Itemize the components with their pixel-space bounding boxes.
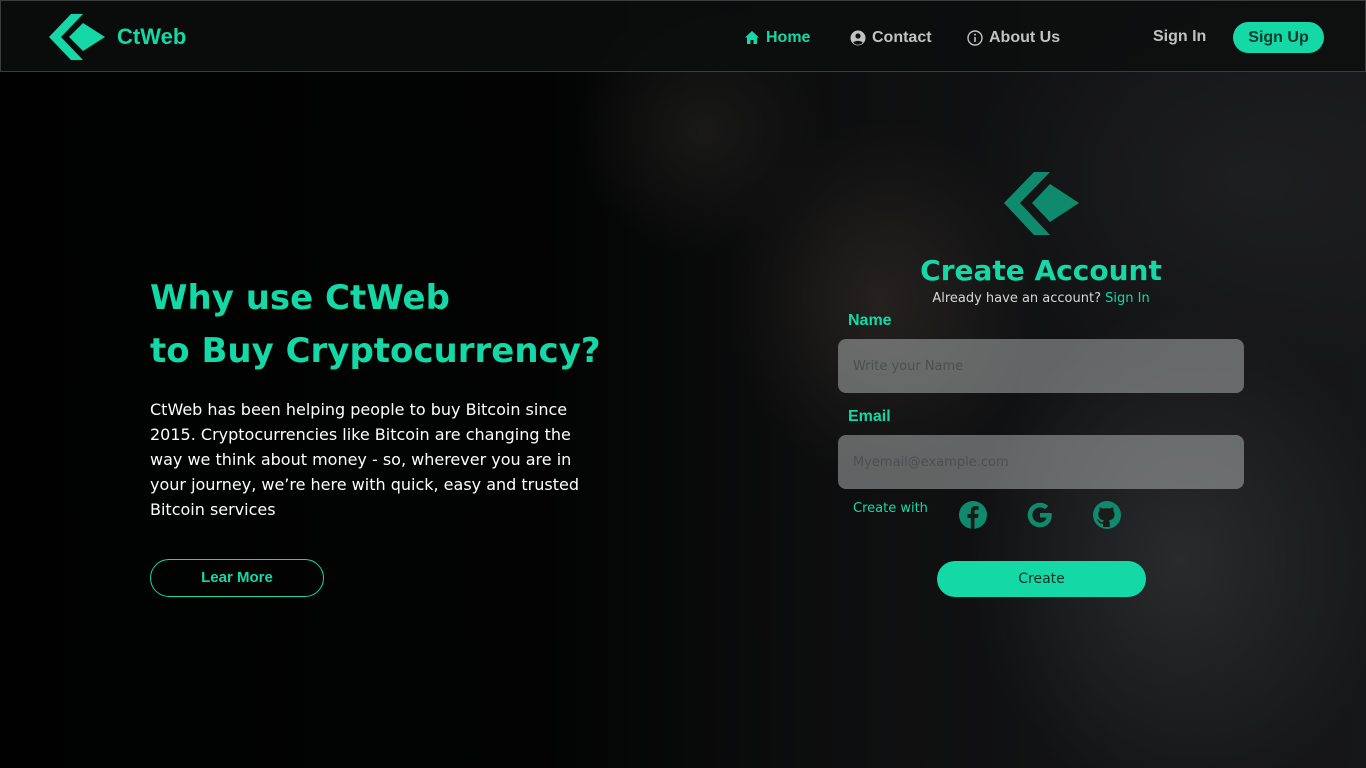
form-title: Create Account: [920, 254, 1162, 287]
github-button[interactable]: [1092, 500, 1122, 530]
already-text: Already have an account?: [932, 291, 1101, 306]
create-with-label: Create with: [853, 501, 928, 516]
create-account-button[interactable]: Create: [937, 561, 1146, 597]
hero-title-line1: Why use CtWeb: [150, 278, 450, 318]
top-navbar: CtWeb Home Contact About Us Sign In Sign…: [0, 0, 1366, 72]
name-input[interactable]: [838, 339, 1244, 393]
github-icon: [1093, 501, 1121, 529]
brand-name[interactable]: CtWeb: [117, 24, 186, 50]
sign-up-button[interactable]: Sign Up: [1233, 22, 1324, 53]
nav-home[interactable]: Home: [744, 28, 810, 48]
nav-contact[interactable]: Contact: [850, 28, 932, 48]
already-have-account: Already have an account? Sign In: [880, 291, 1202, 306]
email-label: Email: [848, 408, 891, 425]
google-icon: [1027, 502, 1052, 528]
hero-title-line2: to Buy Cryptocurrency?: [150, 331, 601, 371]
sign-in-link[interactable]: Sign In: [1153, 28, 1206, 46]
learn-more-button[interactable]: Lear More: [150, 559, 324, 597]
info-circle-icon: [967, 30, 983, 46]
form-sign-in-link[interactable]: Sign In: [1105, 291, 1150, 306]
nav-contact-label: Contact: [872, 29, 932, 46]
user-circle-icon: [850, 30, 866, 46]
google-button[interactable]: [1025, 500, 1055, 530]
home-icon: [745, 31, 759, 44]
nav-home-label: Home: [766, 29, 811, 46]
email-input[interactable]: [838, 435, 1244, 489]
hero-description: CtWeb has been helping people to buy Bit…: [150, 400, 580, 519]
nav-about-us[interactable]: About Us: [967, 28, 1060, 48]
form-logo-icon: [1004, 172, 1079, 235]
nav-about-label: About Us: [989, 29, 1061, 46]
name-label: Name: [848, 312, 892, 329]
facebook-icon: [959, 501, 987, 529]
ctweb-logo-icon[interactable]: [49, 14, 105, 60]
hero-title: Why use CtWeb to Buy Cryptocurrency?: [150, 272, 610, 378]
facebook-button[interactable]: [958, 500, 988, 530]
